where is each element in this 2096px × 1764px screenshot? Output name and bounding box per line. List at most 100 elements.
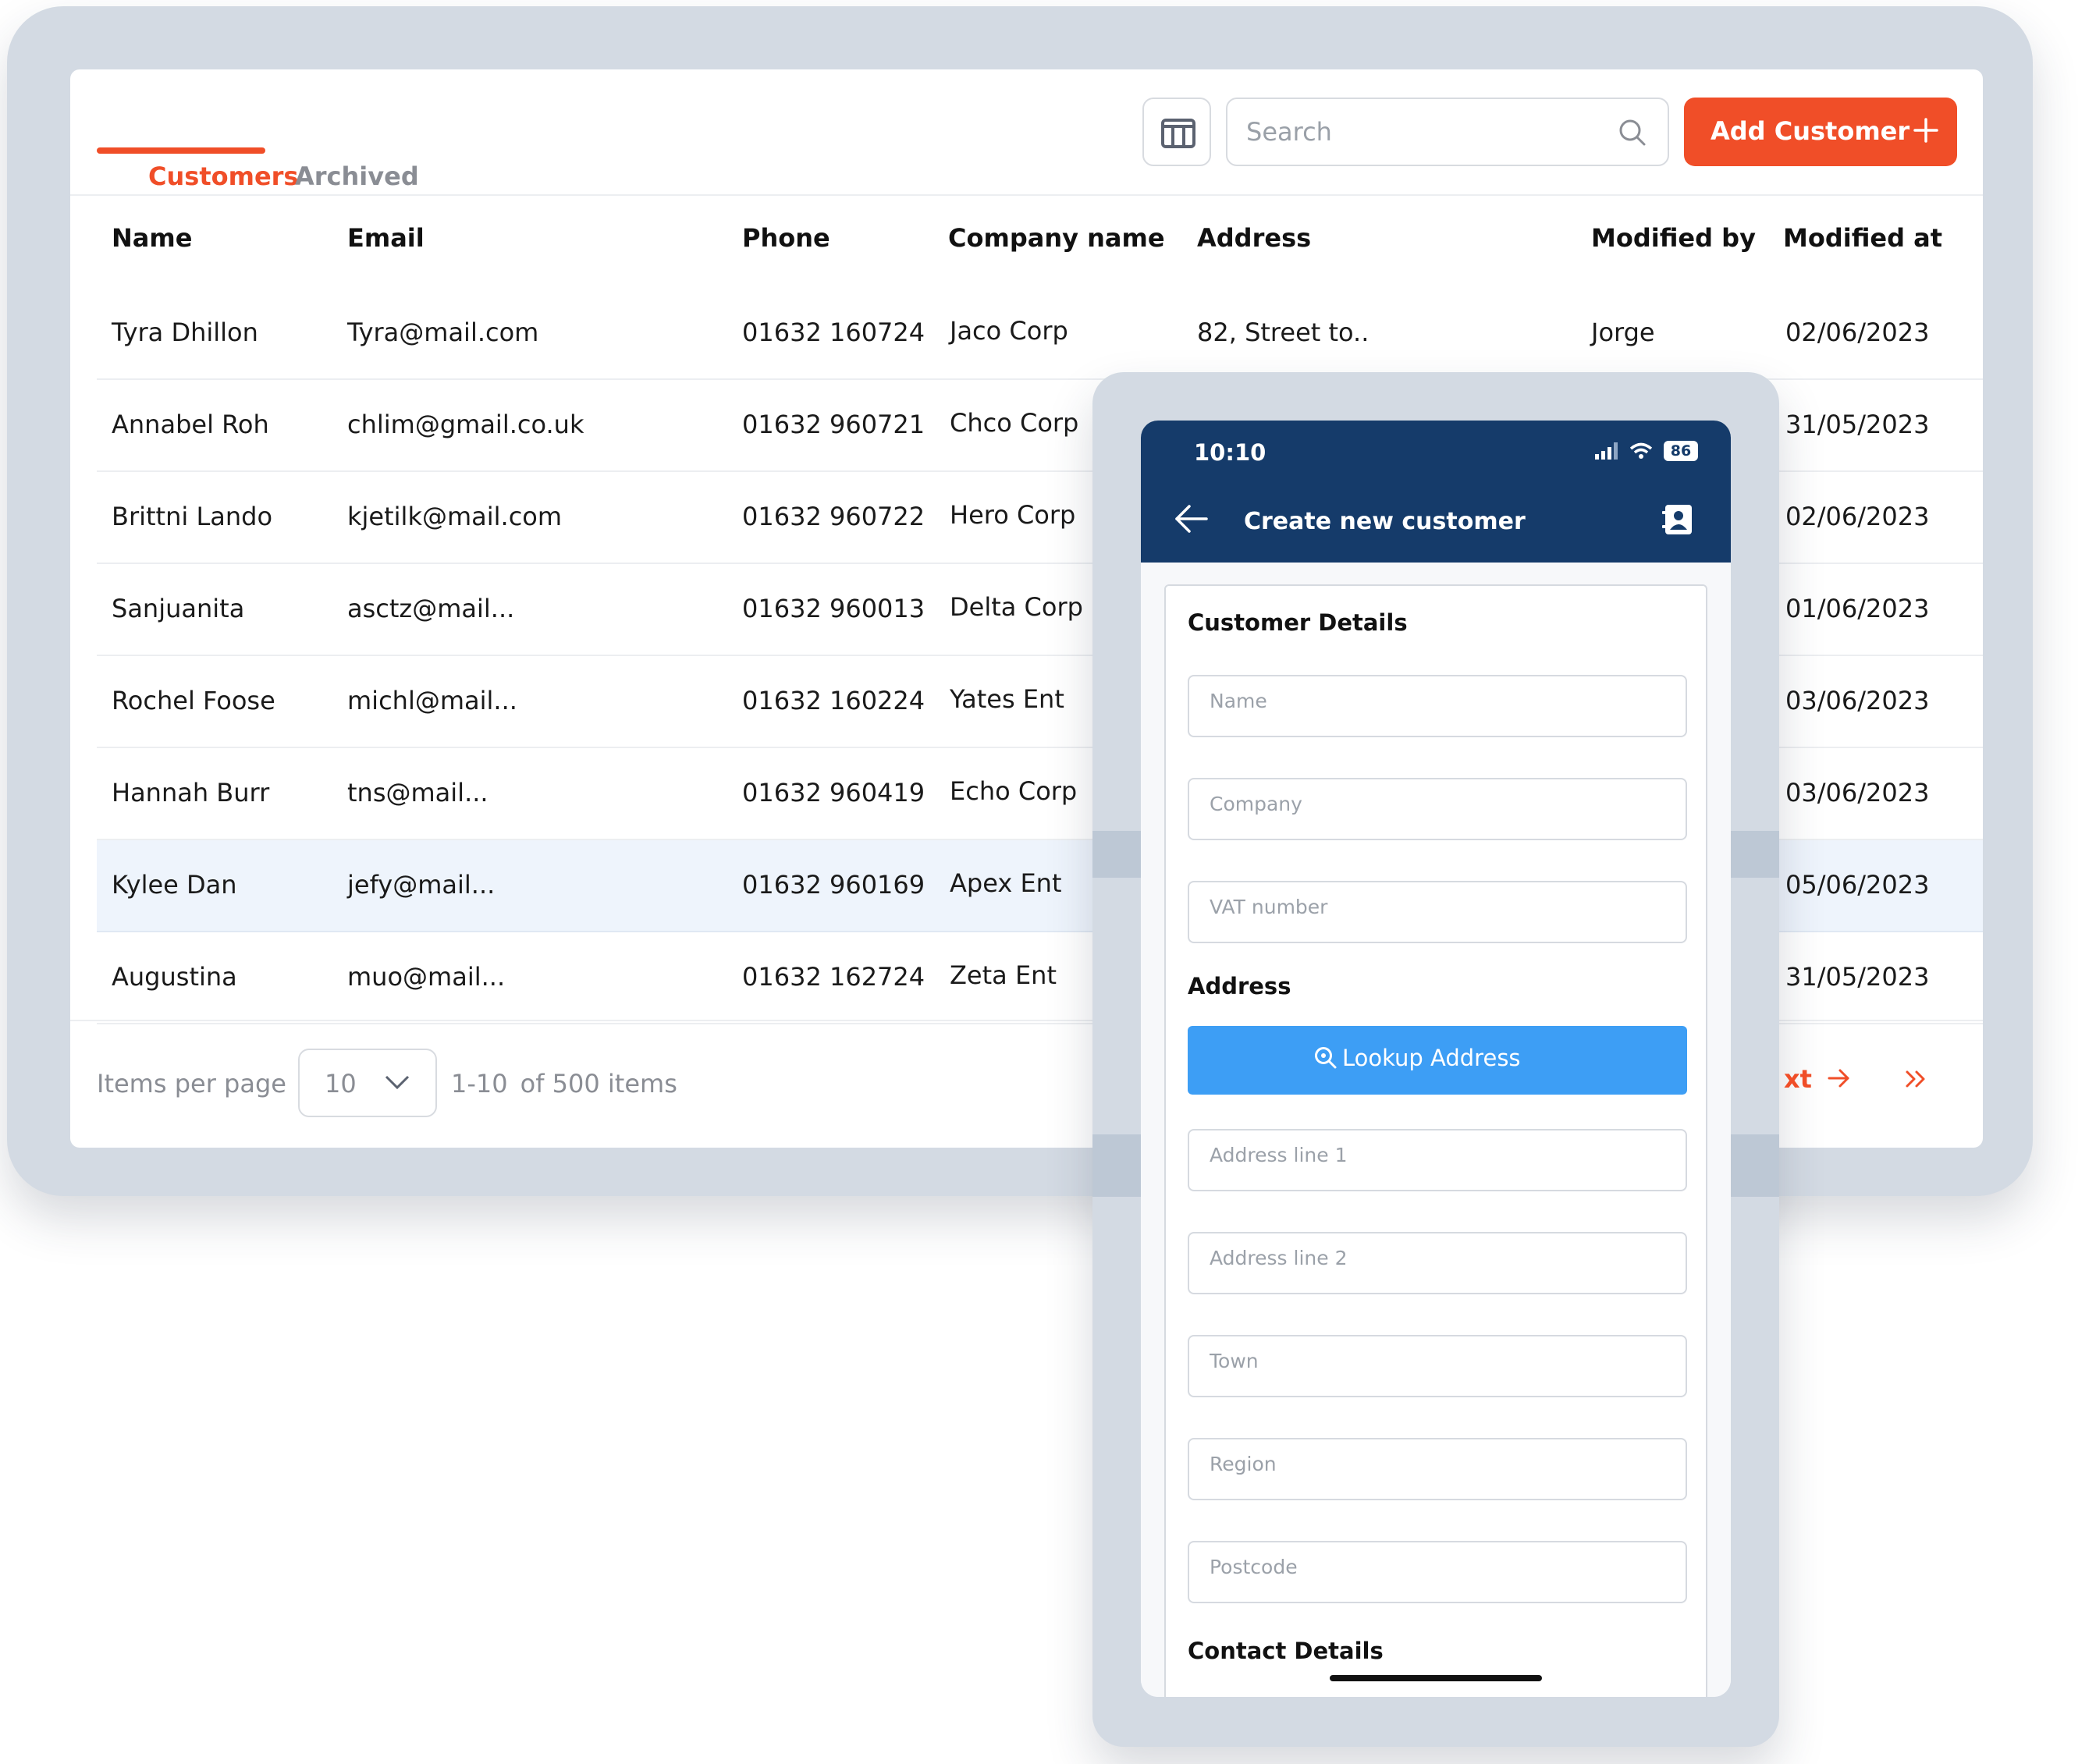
per-page-select[interactable]: 10: [298, 1049, 437, 1117]
cell-phone: 01632 160224: [742, 686, 925, 715]
cell-modified-at: 02/06/2023: [1785, 502, 1930, 531]
cell-name: Augustina: [112, 962, 237, 992]
column-header-phone[interactable]: Phone: [742, 223, 830, 253]
signal-icon: [1595, 442, 1618, 460]
cell-name: Tyra Dhillon: [112, 318, 258, 347]
search-input[interactable]: [1246, 113, 1605, 151]
cell-phone: 01632 960419: [742, 778, 925, 807]
phone-screen: 10:10 86 Create new customer Customer De…: [1141, 421, 1731, 1697]
header-divider: [70, 194, 1983, 196]
active-tab-indicator: [97, 147, 265, 154]
address-line-1-field[interactable]: [1188, 1129, 1687, 1191]
mobile-page-title: Create new customer: [1244, 508, 1526, 535]
pagination-range: 1-10 of 500 items: [451, 1069, 677, 1099]
column-header-modified-at[interactable]: Modified at: [1783, 223, 1942, 253]
status-time: 10:10: [1194, 439, 1266, 466]
contact-book-icon[interactable]: [1662, 503, 1693, 536]
cell-modified-at: 31/05/2023: [1785, 410, 1930, 439]
mobile-body: Customer Details Address: [1141, 563, 1731, 1697]
last-page-button[interactable]: [1904, 1066, 1927, 1095]
cell-name: Kylee Dan: [112, 870, 237, 900]
cell-modified-at: 31/05/2023: [1785, 962, 1930, 992]
lookup-address-button[interactable]: Lookup Address: [1188, 1026, 1687, 1095]
cell-phone: 01632 960169: [742, 870, 925, 900]
cell-company: Chco Corp: [950, 408, 1079, 438]
arrow-right-icon: [1828, 1069, 1849, 1088]
postcode-input[interactable]: [1210, 1553, 1662, 1580]
column-header-address[interactable]: Address: [1197, 223, 1311, 253]
cell-name: Hannah Burr: [112, 778, 270, 807]
wifi-icon: [1629, 442, 1653, 459]
section-contact-details: Contact Details: [1188, 1638, 1384, 1664]
cell-email: tns@mail...: [347, 778, 488, 807]
back-arrow-icon[interactable]: [1174, 503, 1210, 534]
per-page-value: 10: [325, 1069, 357, 1099]
tab-archived[interactable]: Archived: [295, 161, 419, 191]
address-line-2-input[interactable]: [1210, 1244, 1662, 1271]
region-field[interactable]: [1188, 1438, 1687, 1500]
home-indicator: [1330, 1675, 1542, 1681]
column-header-modified-by[interactable]: Modified by: [1591, 223, 1756, 253]
name-input[interactable]: [1210, 687, 1662, 714]
cell-name: Sanjuanita: [112, 594, 245, 623]
town-field[interactable]: [1188, 1335, 1687, 1397]
battery-level: 86: [1670, 442, 1692, 460]
name-field[interactable]: [1188, 675, 1687, 737]
columns-button[interactable]: [1142, 98, 1211, 166]
town-input[interactable]: [1210, 1347, 1662, 1374]
chevron-down-icon: [385, 1075, 410, 1090]
cell-company: Delta Corp: [950, 592, 1083, 622]
cell-email: jefy@mail...: [347, 870, 496, 900]
cell-modified-at: 02/06/2023: [1785, 318, 1930, 347]
section-address: Address: [1188, 973, 1291, 999]
cell-name: Annabel Roh: [112, 410, 269, 439]
cell-company: Jaco Corp: [950, 316, 1068, 346]
range-text: 1-10: [451, 1069, 508, 1099]
vat-input[interactable]: [1210, 893, 1662, 920]
next-page-label: xt: [1784, 1064, 1812, 1094]
address-line-2-field[interactable]: [1188, 1232, 1687, 1294]
plus-icon: [1913, 118, 1938, 143]
cell-modified-at: 03/06/2023: [1785, 778, 1930, 807]
total-text: of 500 items: [520, 1069, 677, 1099]
cell-name: Rochel Foose: [112, 686, 275, 715]
mobile-header: 10:10 86 Create new customer: [1141, 421, 1731, 563]
cell-phone: 01632 960721: [742, 410, 925, 439]
cell-company: Echo Corp: [950, 776, 1078, 806]
address-line-1-input[interactable]: [1210, 1141, 1662, 1168]
column-header-company[interactable]: Company name: [948, 223, 1165, 253]
company-input[interactable]: [1210, 790, 1662, 817]
company-field[interactable]: [1188, 778, 1687, 840]
search-box[interactable]: [1226, 98, 1669, 166]
cell-email: Tyra@mail.com: [347, 318, 539, 347]
cell-modified-at: 03/06/2023: [1785, 686, 1930, 715]
cell-phone: 01632 162724: [742, 962, 925, 992]
search-location-icon: [1315, 1047, 1337, 1069]
search-icon[interactable]: [1618, 118, 1647, 147]
section-customer-details: Customer Details: [1188, 609, 1408, 636]
cell-modified-at: 05/06/2023: [1785, 870, 1930, 900]
cell-phone: 01632 960013: [742, 594, 925, 623]
column-header-name[interactable]: Name: [112, 223, 192, 253]
double-chevron-right-icon: [1906, 1070, 1925, 1088]
postcode-field[interactable]: [1188, 1541, 1687, 1603]
columns-icon: [1161, 119, 1195, 148]
add-customer-label: Add Customer: [1711, 116, 1910, 146]
next-page-link[interactable]: xt: [1784, 1064, 1849, 1094]
cell-modified-by: Jorge: [1591, 318, 1655, 347]
customer-form: Customer Details Address: [1164, 584, 1707, 1697]
cell-address: 82, Street to..: [1197, 318, 1370, 347]
add-customer-button[interactable]: Add Customer: [1684, 98, 1957, 166]
cell-company: Apex Ent: [950, 868, 1062, 898]
region-input[interactable]: [1210, 1450, 1662, 1477]
mobile-frame: 10:10 86 Create new customer Customer De…: [1092, 372, 1779, 1747]
cell-email: chlim@gmail.co.uk: [347, 410, 584, 439]
lookup-address-label: Lookup Address: [1342, 1045, 1521, 1071]
table-row[interactable]: Tyra Dhillon Tyra@mail.com 01632 160724 Jac…: [97, 288, 1983, 380]
cell-email: asctz@mail...: [347, 594, 515, 623]
tab-customers[interactable]: Customers: [148, 161, 298, 191]
cell-company: Zeta Ent: [950, 960, 1057, 990]
cell-email: muo@mail...: [347, 962, 506, 992]
column-header-email[interactable]: Email: [347, 223, 425, 253]
vat-field[interactable]: [1188, 881, 1687, 943]
